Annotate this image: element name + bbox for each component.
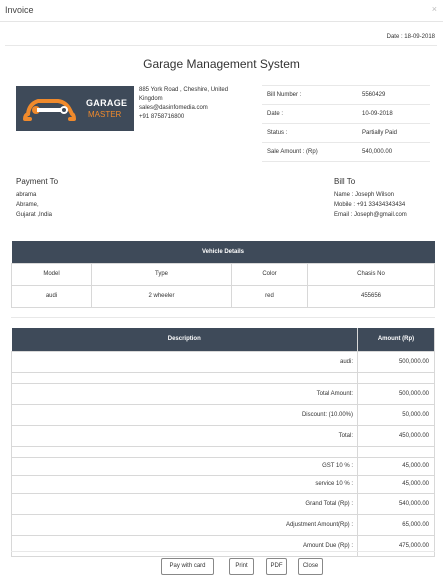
column-header: Color (231, 262, 308, 286)
table-row: GST 10 % : 45,000.00 (11, 456, 435, 476)
bill-label: Sale Amount : (Rp) (262, 142, 357, 162)
table-header-row: Description Amount (Rp) (11, 328, 435, 351)
amount-header: Amount (Rp) (357, 328, 435, 351)
print-button[interactable]: Print (229, 558, 254, 575)
company-address: 885 York Road , Cheshire, United Kingdom… (139, 86, 249, 122)
divider (11, 551, 435, 552)
payment-to-line: Gujarat ,India (16, 212, 53, 218)
column-header: Chasis No (307, 262, 435, 286)
payment-to-line: abrama (16, 192, 37, 198)
table-row: Total: 450,000.00 (11, 424, 435, 447)
close-icon[interactable]: × (432, 4, 437, 14)
adjustment-value: 65,000.00 (357, 513, 435, 536)
total-amount-label: Total Amount: (11, 382, 358, 405)
table-row: service 10 % : 45,000.00 (11, 474, 435, 494)
total-label: Total: (11, 424, 358, 447)
payment-to-heading: Payment To (16, 177, 59, 186)
table-row: audi 2 wheeler red 455656 (11, 284, 435, 308)
table-header-row: Model Type Color Chasis No (11, 262, 435, 286)
vehicle-details-title: Vehicle Details (11, 241, 435, 263)
service-tax-label: service 10 % : (11, 474, 358, 494)
modal-title: Invoice (5, 5, 34, 15)
pdf-button[interactable]: PDF (266, 558, 287, 575)
item-description: audi: (11, 350, 358, 373)
amount-due-label: Amount Due (Rp) : (11, 534, 358, 557)
discount-value: 50,000.00 (357, 403, 435, 426)
bill-to-heading: Bill To (334, 177, 356, 186)
address-line: 885 York Road , Cheshire, United (139, 87, 229, 93)
invoice-date: Date : 18-09-2018 (386, 34, 435, 40)
grand-total-value: 540,000.00 (357, 492, 435, 515)
bill-row: Status : Partially Paid (262, 123, 430, 143)
description-header: Description (11, 328, 358, 351)
spacer-row (11, 371, 435, 384)
garage-master-logo: GARAGE MASTER (16, 86, 134, 131)
description-table: Description Amount (Rp) audi: 500,000.00… (11, 328, 435, 557)
column-header: Model (11, 262, 92, 286)
bill-to-name: Name : Joseph Wilson (334, 192, 395, 198)
payment-to-section: Payment To abrama Abrame, Gujarat ,India (16, 177, 58, 220)
bill-info-table: Bill Number : 5560429 Date : 10-09-2018 … (262, 85, 430, 162)
bill-row: Date : 10-09-2018 (262, 104, 430, 124)
divider (5, 45, 437, 46)
close-button[interactable]: Close (298, 558, 323, 575)
grand-total-label: Grand Total (Rp) : (11, 492, 358, 515)
table-row: Adjustment Amount(Rp) : 65,000.00 (11, 513, 435, 536)
gst-label: GST 10 % : (11, 456, 358, 476)
company-phone: +91 8758716800 (139, 114, 185, 120)
vehicle-color: red (231, 284, 308, 308)
table-row: Amount Due (Rp) : 475,000.00 (11, 534, 435, 557)
total-amount-value: 500,000.00 (357, 382, 435, 405)
service-tax-value: 45,000.00 (357, 474, 435, 494)
logo-text-garage: GARAGE (86, 98, 128, 108)
divider (11, 317, 435, 318)
bill-to-email: Email : Joseph@gmail.com (334, 212, 407, 218)
bill-row: Bill Number : 5560429 (262, 85, 430, 105)
bill-label: Date : (262, 104, 357, 124)
spacer-row (11, 445, 435, 458)
bill-value: Partially Paid (357, 123, 430, 143)
bill-row: Sale Amount : (Rp) 540,000.00 (262, 142, 430, 162)
table-row: Total Amount: 500,000.00 (11, 382, 435, 405)
vehicle-chasis: 455656 (307, 284, 435, 308)
bill-value: 540,000.00 (357, 142, 430, 162)
address-line: Kingdom (139, 96, 163, 102)
logo-text-master: MASTER (88, 110, 122, 119)
bill-label: Status : (262, 123, 357, 143)
modal-header: Invoice × (0, 0, 443, 22)
bill-to-section: Bill To Name : Joseph Wilson Mobile : +9… (334, 177, 407, 220)
company-email: sales@dasinfomedia.com (139, 105, 208, 111)
bill-label: Bill Number : (262, 85, 357, 105)
table-row: audi: 500,000.00 (11, 350, 435, 373)
adjustment-label: Adjustment Amount(Rp) : (11, 513, 358, 536)
payment-to-line: Abrame, (16, 202, 39, 208)
item-amount: 500,000.00 (357, 350, 435, 373)
vehicle-type: 2 wheeler (91, 284, 232, 308)
discount-label: Discount: (10.00%) (11, 403, 358, 426)
bill-value: 5560429 (357, 85, 430, 105)
amount-due-value: 475,000.00 (357, 534, 435, 557)
car-wrench-icon (23, 99, 76, 121)
total-value: 450,000.00 (357, 424, 435, 447)
table-row: Grand Total (Rp) : 540,000.00 (11, 492, 435, 515)
bill-value: 10-09-2018 (357, 104, 430, 124)
system-title: Garage Management System (143, 57, 300, 71)
vehicle-model: audi (11, 284, 92, 308)
table-row: Discount: (10.00%) 50,000.00 (11, 403, 435, 426)
pay-with-card-button[interactable]: Pay with card (161, 558, 214, 575)
gst-value: 45,000.00 (357, 456, 435, 476)
column-header: Type (91, 262, 232, 286)
vehicle-details-table: Vehicle Details Model Type Color Chasis … (11, 241, 435, 308)
bill-to-mobile: Mobile : +91 33434343434 (334, 202, 406, 208)
